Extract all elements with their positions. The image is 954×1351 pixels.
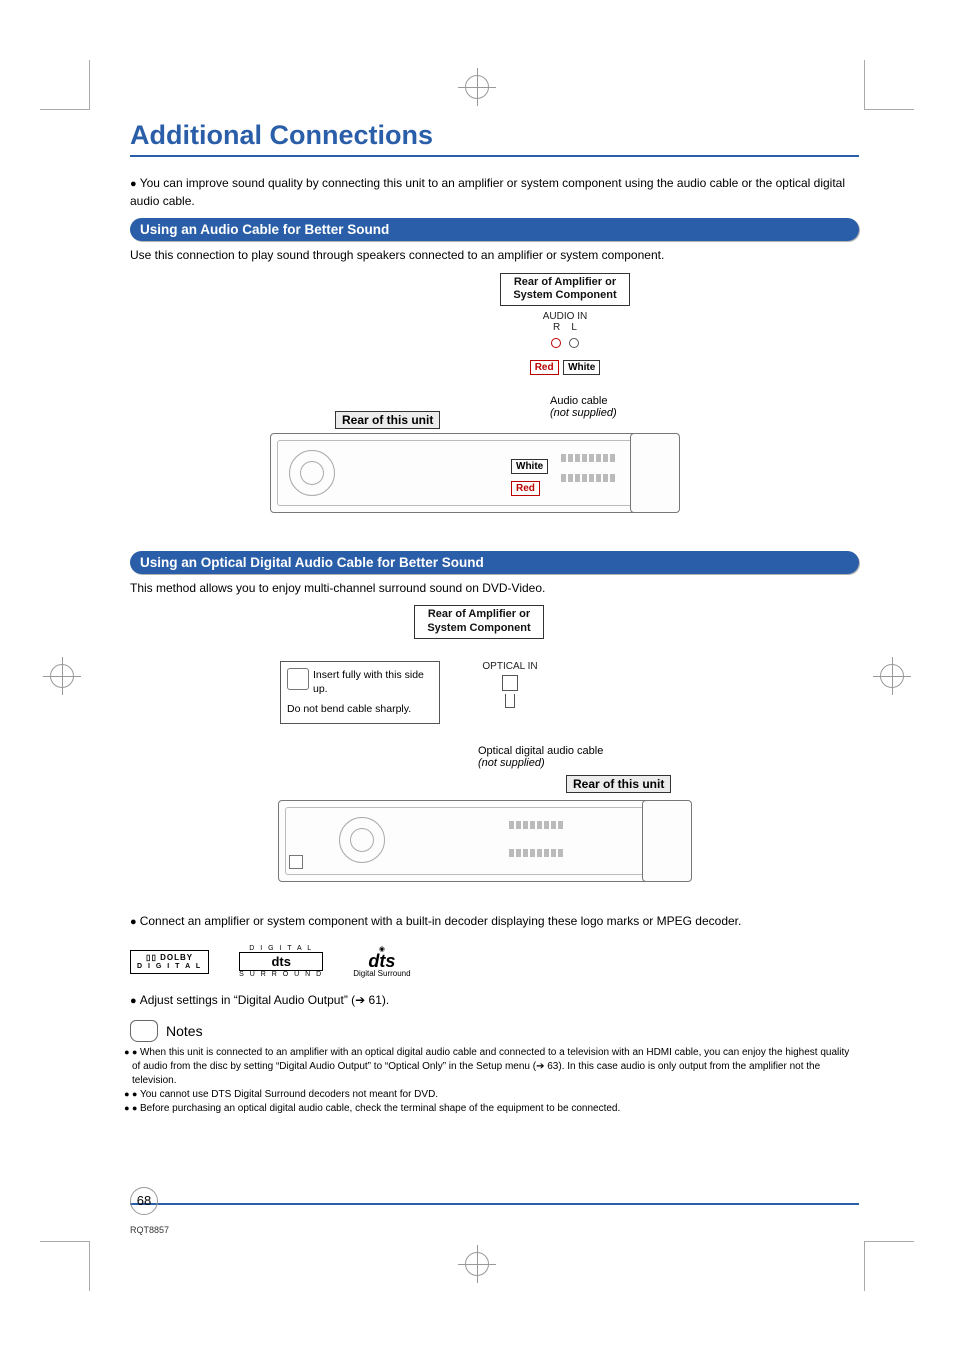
insert-note-box: Insert fully with this side up. Do not b… [280,661,440,724]
jack-white-icon [569,338,579,348]
fan-icon [339,817,385,863]
rear-amp-label: Rear of Amplifier or System Component [500,273,630,307]
audio-cable-caption: Audio cable (not supplied) [550,395,617,419]
section1-desc: Use this connection to play sound throug… [130,247,859,264]
rear-of-unit-label: Rear of this unit [335,411,440,429]
rear-amp-label-2: Rear of Amplifier or System Component [414,605,544,639]
fan-icon [289,450,335,496]
port-row-icon [561,454,615,462]
decoder-bullet: Connect an amplifier or system component… [130,913,859,931]
dts-surround-logo: D I G I T A L dts S U R R O U N D [239,945,323,978]
notes-title: Notes [166,1023,203,1039]
title-rule [130,155,859,157]
dts-digital-surround-logo: ◉ dts Digital Surround [353,945,410,978]
aux-panel [630,433,680,513]
diagram-audio-cable: Rear of Amplifier or System Component AU… [130,273,859,533]
audio-in-label: AUDIO IN [510,311,620,322]
crop-mark [864,1241,914,1291]
jack-red-icon [551,338,561,348]
dolby-digital-logo: ▯▯ DOLBY D I G I T A L [130,950,209,974]
white-jack-label: White [511,459,548,474]
optical-out-icon [289,855,303,869]
port-row-icon [509,821,563,829]
section-heading-optical-cable: Using an Optical Digital Audio Cable for… [130,551,859,574]
rear-of-unit-label-2: Rear of this unit [566,775,671,793]
unit-rear-panel: White Red [270,433,670,513]
optical-in-block: OPTICAL IN [470,661,550,710]
optical-port-icon [502,675,518,691]
note-item: Before purchasing an optical digital aud… [132,1102,859,1116]
page-title: Additional Connections [130,120,859,151]
crop-mark [864,60,914,110]
notes-list: When this unit is connected to an amplif… [130,1046,859,1116]
red-label: Red [530,360,559,375]
optical-cable-caption: Optical digital audio cable (not supplie… [478,745,603,769]
registration-mark-icon [465,75,489,99]
optical-plug-icon [505,694,515,708]
aux-panel [642,800,692,882]
registration-mark-icon [50,664,74,688]
crop-mark [40,1241,90,1291]
notes-heading: Notes [130,1020,859,1042]
port-row-icon [561,474,615,482]
section2-desc: This method allows you to enjoy multi-ch… [130,580,859,597]
logo-row: ▯▯ DOLBY D I G I T A L D I G I T A L dts… [130,945,859,978]
note-item: When this unit is connected to an amplif… [132,1046,859,1088]
registration-mark-icon [880,664,904,688]
diagram-optical-cable: Rear of Amplifier or System Component In… [130,605,859,895]
bend-text: Do not bend cable sharply. [287,702,433,716]
unit-rear-panel-2 [278,800,678,882]
page-number: 68 [130,1187,158,1215]
intro-bullet: You can improve sound quality by connect… [130,175,859,210]
registration-mark-icon [465,1252,489,1276]
document-code: RQT8857 [130,1225,169,1235]
section-heading-audio-cable: Using an Audio Cable for Better Sound [130,218,859,241]
channel-r-label: R [553,322,560,333]
hand-notes-icon [130,1020,158,1042]
channel-l-label: L [571,322,577,333]
page-content: Additional Connections You can improve s… [130,120,859,1211]
footer-rule [130,1203,859,1205]
white-label: White [563,360,600,375]
red-jack-label: Red [511,481,540,496]
crop-mark [40,60,90,110]
plug-icon [287,668,309,690]
port-row-icon [509,849,563,857]
note-item: You cannot use DTS Digital Surround deco… [132,1088,859,1102]
adjust-bullet: Adjust settings in “Digital Audio Output… [130,992,859,1010]
audio-in-block: AUDIO IN R L Red White [510,311,620,375]
